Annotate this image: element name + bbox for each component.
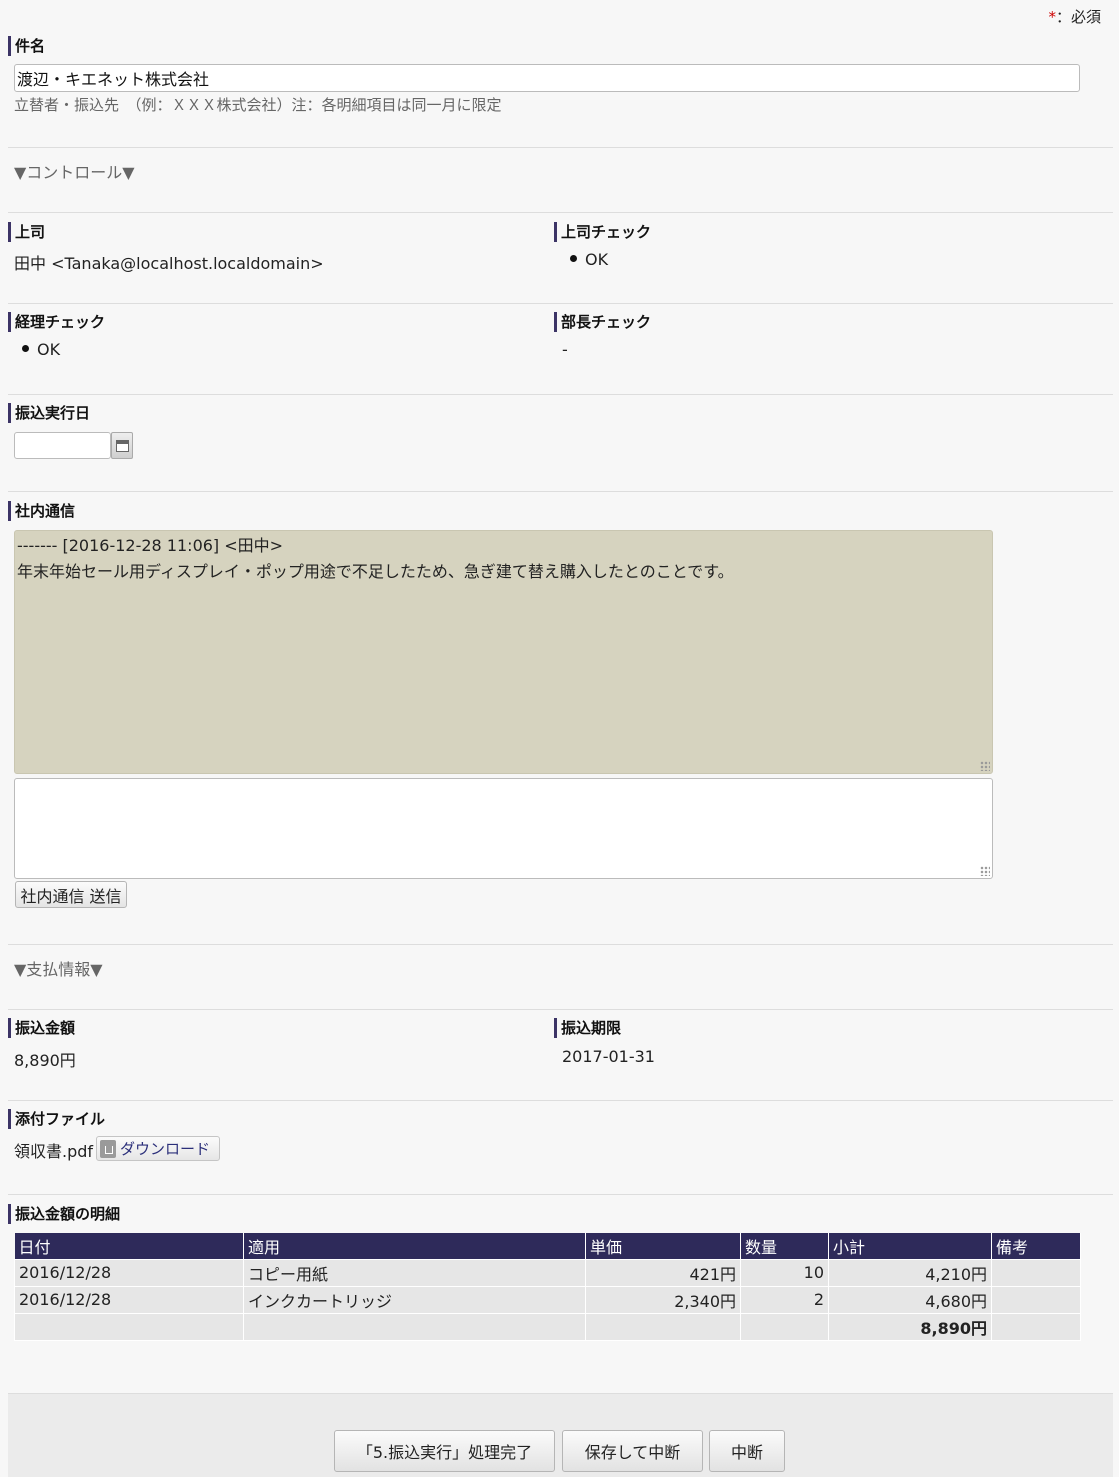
cell-unit-price: 421円 xyxy=(585,1258,741,1287)
bullet-icon xyxy=(22,345,29,352)
accounting-check-text: OK xyxy=(37,340,61,359)
boss-check-label: 上司チェック xyxy=(554,222,651,242)
comm-log[interactable]: ------- [2016-12-28 11:06] <田中> 年末年始セール用… xyxy=(14,530,993,774)
resize-grip-icon[interactable] xyxy=(980,866,990,876)
cell-date: 2016/12/28 xyxy=(14,1285,244,1314)
complete-process-button[interactable]: 「5.振込実行」処理完了 xyxy=(334,1430,555,1472)
save-and-pause-button[interactable]: 保存して中断 xyxy=(562,1430,703,1472)
transfer-date-label: 振込実行日 xyxy=(8,403,90,423)
cell-note xyxy=(991,1258,1081,1287)
manager-check-label: 部長チェック xyxy=(554,312,651,332)
required-note: *：必須 xyxy=(1048,6,1101,27)
accounting-check-label: 経理チェック xyxy=(8,312,105,332)
boss-check-value: OK xyxy=(570,250,608,269)
control-section-toggle[interactable]: ▼コントロール▼ xyxy=(14,159,135,183)
details-table: 日付 適用 単価 数量 小計 備考 2016/12/28 コピー用紙 421円 … xyxy=(14,1233,1081,1341)
table-row: 2016/12/28 インクカートリッジ 2,340円 2 4,680円 xyxy=(14,1285,1081,1314)
boss-check-text: OK xyxy=(585,250,609,269)
divider xyxy=(8,944,1113,945)
manager-check-value: - xyxy=(562,340,568,359)
cell-item: インクカートリッジ xyxy=(243,1285,586,1314)
col-header-qty: 数量 xyxy=(740,1233,829,1259)
transfer-amount-value: 8,890円 xyxy=(14,1051,76,1070)
transfer-deadline-label: 振込期限 xyxy=(554,1018,621,1038)
boss-value: 田中 <Tanaka@localhost.localdomain> xyxy=(14,254,324,273)
calendar-icon xyxy=(115,439,129,452)
col-header-unit-price: 単価 xyxy=(585,1233,741,1259)
divider xyxy=(8,491,1113,492)
cell-note xyxy=(991,1285,1081,1314)
download-button[interactable]: ダウンロード xyxy=(96,1136,220,1161)
col-header-item: 適用 xyxy=(243,1233,586,1259)
cell-empty xyxy=(243,1312,586,1341)
resize-grip-icon[interactable] xyxy=(980,761,990,771)
required-text: ：必須 xyxy=(1055,8,1101,26)
cell-unit-price: 2,340円 xyxy=(585,1285,741,1314)
subject-hint: 立替者・振込先 （例：ＸＸＸ株式会社）注：各明細項目は同一月に限定 xyxy=(14,96,502,114)
cell-total: 8,890円 xyxy=(828,1312,992,1341)
divider xyxy=(8,1194,1113,1195)
payment-section-toggle[interactable]: ▼支払情報▼ xyxy=(14,956,103,980)
total-row: 8,890円 xyxy=(14,1312,1081,1341)
cell-qty: 2 xyxy=(740,1285,829,1314)
cell-subtotal: 4,680円 xyxy=(828,1285,992,1314)
divider xyxy=(8,212,1113,213)
details-label: 振込金額の明細 xyxy=(8,1204,120,1224)
attachment-label: 添付ファイル xyxy=(8,1109,105,1129)
internal-comm-label: 社内通信 xyxy=(8,501,75,521)
col-header-note: 備考 xyxy=(991,1233,1081,1259)
calendar-button[interactable] xyxy=(111,432,133,459)
divider xyxy=(8,303,1113,304)
col-header-subtotal: 小計 xyxy=(828,1233,992,1259)
divider xyxy=(8,147,1113,148)
transfer-date-input[interactable] xyxy=(14,432,111,459)
subject-label: 件名 xyxy=(8,36,45,56)
cell-item: コピー用紙 xyxy=(243,1258,586,1287)
comm-log-body: 年末年始セール用ディスプレイ・ポップ用途で不足したため、急ぎ建て替え購入したとの… xyxy=(17,562,734,581)
cell-empty xyxy=(991,1312,1081,1341)
divider xyxy=(8,1009,1113,1010)
col-header-date: 日付 xyxy=(14,1233,244,1259)
cell-date: 2016/12/28 xyxy=(14,1258,244,1287)
transfer-deadline-value: 2017-01-31 xyxy=(562,1047,655,1066)
transfer-amount-label: 振込金額 xyxy=(8,1018,75,1038)
comm-send-button[interactable]: 社内通信 送信 xyxy=(15,881,127,908)
accounting-check-value: OK xyxy=(22,340,60,359)
comm-log-header: ------- [2016-12-28 11:06] <田中> xyxy=(17,536,284,555)
cell-empty xyxy=(585,1312,741,1341)
comm-message-input[interactable] xyxy=(14,778,993,879)
cell-subtotal: 4,210円 xyxy=(828,1258,992,1287)
divider xyxy=(8,394,1113,395)
bullet-icon xyxy=(570,255,577,262)
cell-empty xyxy=(740,1312,829,1341)
pause-button[interactable]: 中断 xyxy=(709,1430,785,1472)
download-icon xyxy=(100,1139,116,1158)
required-star: * xyxy=(1048,8,1056,26)
cell-empty xyxy=(14,1312,244,1341)
footer-action-bar xyxy=(8,1393,1113,1477)
subject-input[interactable] xyxy=(14,64,1080,92)
table-row: 2016/12/28 コピー用紙 421円 10 4,210円 xyxy=(14,1258,1081,1287)
attachment-filename: 領収書.pdf xyxy=(14,1142,94,1161)
download-label: ダウンロード xyxy=(120,1140,211,1158)
cell-qty: 10 xyxy=(740,1258,829,1287)
divider xyxy=(8,1100,1113,1101)
boss-label: 上司 xyxy=(8,222,45,242)
details-header-row: 日付 適用 単価 数量 小計 備考 xyxy=(14,1233,1081,1259)
